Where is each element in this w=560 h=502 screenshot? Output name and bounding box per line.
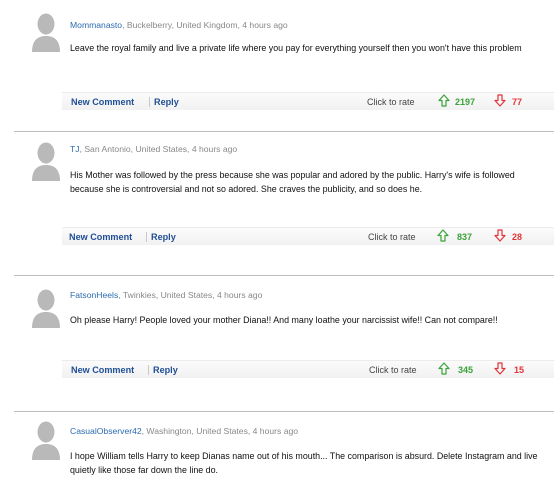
comments-page: { "comments": [ { "user": "Mommanasto", … (0, 0, 560, 502)
default-avatar-icon[interactable] (22, 134, 70, 182)
reply-button[interactable]: Reply (153, 365, 178, 375)
comment-username[interactable]: Mommanasto (70, 20, 122, 30)
comment-meta: CasualObserver42, Washington, United Sta… (70, 426, 298, 436)
action-separator (146, 232, 147, 242)
downvote-count: 77 (512, 97, 523, 107)
down-arrow-icon[interactable] (494, 362, 506, 375)
comment-action-bar: New Comment Reply Click to rate 345 15 (62, 360, 554, 378)
comment-username[interactable]: TJ (70, 144, 80, 154)
downvote-count: 15 (514, 365, 525, 375)
default-avatar-icon[interactable] (22, 413, 70, 461)
up-arrow-icon[interactable] (438, 362, 450, 375)
comment-card: CasualObserver42, Washington, United Sta… (14, 411, 554, 502)
click-to-rate-label: Click to rate (367, 97, 415, 107)
up-arrow-icon[interactable] (438, 94, 450, 107)
comment-meta: Mommanasto, Buckelberry, United Kingdom,… (70, 20, 288, 30)
upvote-count: 837 (457, 232, 473, 242)
downvote-count: 28 (512, 232, 523, 242)
comment-location-time: , San Antonio, United States, 4 hours ag… (79, 144, 238, 154)
click-to-rate-label: Click to rate (369, 365, 417, 375)
comment-text: Oh please Harry! People loved your mothe… (70, 315, 498, 325)
reply-button[interactable]: Reply (154, 97, 179, 107)
click-to-rate-label: Click to rate (368, 232, 416, 242)
new-comment-button[interactable]: New Comment (69, 232, 132, 242)
upvote-count: 2197 (455, 97, 476, 107)
action-separator (149, 97, 150, 107)
comment-action-bar: New Comment Reply Click to rate 2197 77 (62, 92, 554, 110)
comment-meta: TJ, San Antonio, United States, 4 hours … (70, 144, 237, 154)
comment-location-time: , Twinkies, United States, 4 hours ago (118, 290, 263, 300)
comment-text: I hope William tells Harry to keep Diana… (70, 451, 538, 475)
default-avatar-icon[interactable] (22, 5, 70, 53)
comment-action-bar: New Comment Reply Click to rate 837 28 (62, 227, 554, 245)
reply-button[interactable]: Reply (151, 232, 176, 242)
comment-location-time: , Washington, United States, 4 hours ago (141, 426, 299, 436)
comment-card: TJ, San Antonio, United States, 4 hours … (14, 131, 554, 250)
new-comment-button[interactable]: New Comment (71, 365, 134, 375)
comment-card: Mommanasto, Buckelberry, United Kingdom,… (14, 0, 554, 110)
comment-text: His Mother was followed by the press bec… (70, 170, 515, 194)
comment-text: Leave the royal family and live a privat… (70, 43, 522, 53)
action-separator (148, 365, 149, 375)
default-avatar-icon[interactable] (22, 281, 70, 329)
up-arrow-icon[interactable] (437, 229, 449, 242)
comment-username[interactable]: FatsonHeels (70, 290, 118, 300)
new-comment-button[interactable]: New Comment (71, 97, 134, 107)
comment-card: FatsonHeels, Twinkies, United States, 4 … (14, 275, 554, 386)
upvote-count: 345 (458, 365, 474, 375)
down-arrow-icon[interactable] (494, 229, 506, 242)
down-arrow-icon[interactable] (494, 94, 506, 107)
comment-username[interactable]: CasualObserver42 (70, 426, 142, 436)
comment-meta: FatsonHeels, Twinkies, United States, 4 … (70, 290, 262, 300)
comment-location-time: , Buckelberry, United Kingdom, 4 hours a… (122, 20, 288, 30)
